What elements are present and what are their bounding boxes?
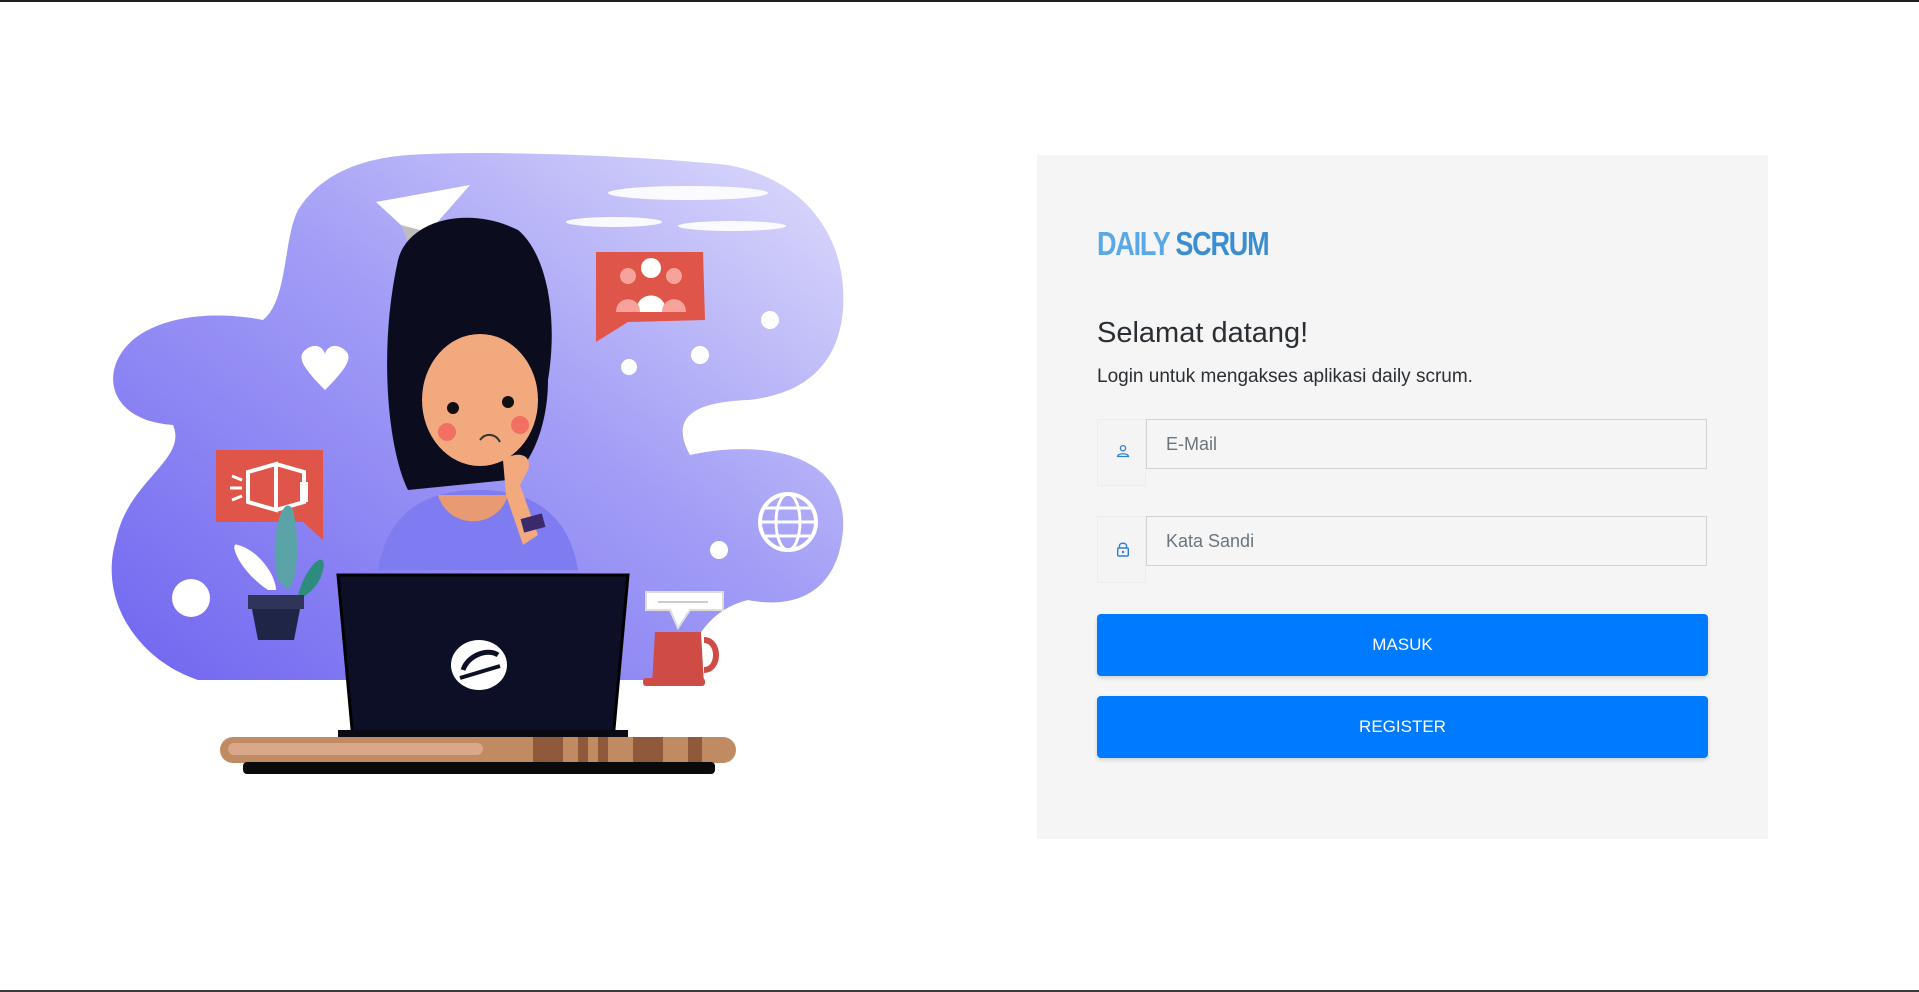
- password-field-group: [1097, 516, 1707, 583]
- brand-logo: DAILY SCRUM: [1097, 225, 1270, 263]
- login-card: DAILY SCRUM Selamat datang! Login untuk …: [1037, 155, 1768, 839]
- login-subtitle: Login untuk mengakses aplikasi daily scr…: [1097, 366, 1473, 387]
- brand-logo-part2: SCRUM: [1175, 225, 1269, 262]
- hero-illustration: [108, 150, 860, 780]
- lock-icon: [1097, 516, 1146, 583]
- email-field-group: [1097, 419, 1707, 486]
- email-input[interactable]: [1146, 419, 1707, 469]
- top-border: [0, 0, 1919, 2]
- password-input[interactable]: [1146, 516, 1707, 566]
- register-button[interactable]: REGISTER: [1097, 696, 1708, 758]
- login-button[interactable]: MASUK: [1097, 614, 1708, 676]
- user-icon: [1097, 419, 1146, 486]
- brand-logo-part1: DAILY: [1097, 225, 1170, 262]
- welcome-heading: Selamat datang!: [1097, 317, 1309, 349]
